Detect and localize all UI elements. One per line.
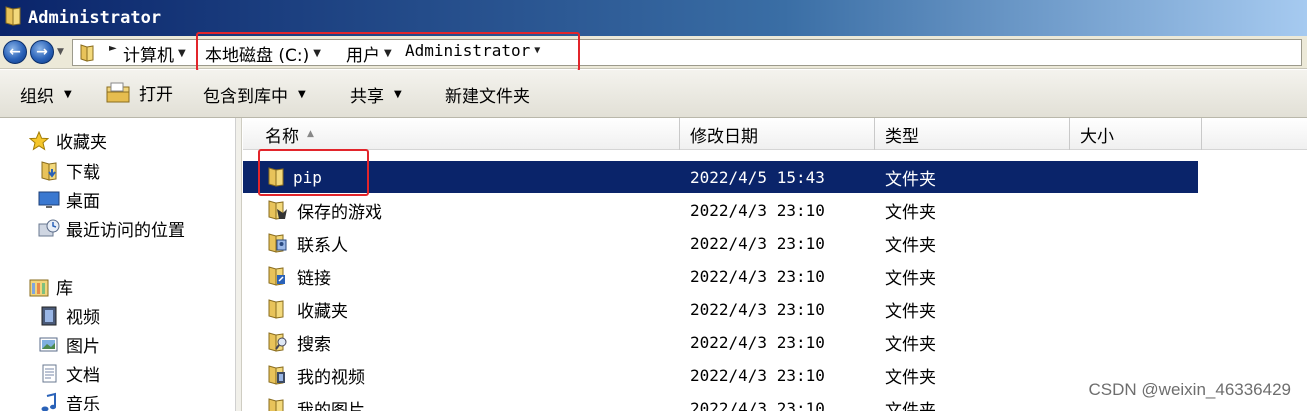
file-modified-cell: 2022/4/3 23:10: [690, 332, 825, 352]
nav-libraries[interactable]: 库: [28, 274, 73, 299]
include-in-library-button[interactable]: 包含到库中 ▼: [203, 82, 306, 107]
library-icon: [28, 276, 50, 298]
favorites-folder-icon: [267, 298, 289, 320]
table-row[interactable]: 收藏夹 2022/4/3 23:10 文件夹: [243, 293, 1198, 325]
file-type-cell: 文件夹: [885, 367, 936, 388]
breadcrumb-computer[interactable]: 计算机 ▼: [123, 41, 186, 66]
pictures-folder-icon: [267, 397, 289, 411]
file-type-cell: 文件夹: [885, 334, 936, 355]
file-type-cell: 文件夹: [885, 268, 936, 289]
file-name-cell: 搜索: [267, 326, 331, 358]
watermark-text: CSDN @weixin_46336429: [1088, 380, 1291, 399]
arrow-left-icon: ←: [9, 44, 21, 60]
file-name-cell: 链接: [267, 260, 331, 292]
column-header-row: 名称 ▲ 修改日期 类型 大小: [243, 118, 1307, 150]
file-modified-cell: 2022/4/3 23:10: [690, 365, 825, 385]
file-name-cell: pip: [267, 161, 322, 193]
table-row[interactable]: 链接 2022/4/3 23:10 文件夹: [243, 260, 1198, 292]
pictures-icon: [38, 334, 60, 356]
table-row[interactable]: 保存的游戏 2022/4/3 23:10 文件夹: [243, 194, 1198, 226]
share-button[interactable]: 共享 ▼: [350, 82, 402, 107]
chevron-down-icon: ▼: [394, 89, 402, 100]
title-bar: Administrator: [0, 0, 1307, 36]
file-name-cell: 保存的游戏: [267, 194, 382, 226]
nav-pictures[interactable]: 图片: [38, 332, 100, 357]
open-button[interactable]: 打开: [105, 80, 173, 105]
sort-ascending-icon: ▲: [307, 129, 314, 139]
nav-desktop[interactable]: 桌面: [38, 187, 100, 212]
back-button[interactable]: ←: [3, 40, 27, 64]
file-modified-cell: 2022/4/3 23:10: [690, 398, 825, 411]
nav-videos[interactable]: 视频: [38, 303, 100, 328]
saved-games-folder-icon: [267, 199, 289, 221]
nav-music[interactable]: 音乐: [38, 390, 100, 411]
file-modified-cell: 2022/4/3 23:10: [690, 233, 825, 253]
file-type-cell: 文件夹: [885, 235, 936, 256]
file-name-cell: 联系人: [267, 227, 348, 259]
links-folder-icon: [267, 265, 289, 287]
navigation-pane: 收藏夹 下载 桌面 最近访问的位置 库 视频 图片 文档 音乐: [0, 118, 236, 411]
recent-places-icon: [38, 218, 60, 240]
new-folder-button[interactable]: 新建文件夹: [445, 82, 530, 107]
table-row[interactable]: 搜索 2022/4/3 23:10 文件夹: [243, 326, 1198, 358]
nav-recent-places[interactable]: 最近访问的位置: [38, 216, 185, 241]
videos-folder-icon: [267, 364, 289, 386]
column-header-name[interactable]: 名称 ▲: [243, 118, 680, 150]
folder-icon: [267, 166, 285, 188]
file-type-cell: 文件夹: [885, 202, 936, 223]
video-icon: [38, 305, 60, 327]
open-icon: [105, 81, 131, 105]
folder-icon: [79, 43, 95, 68]
file-name-cell: 我的视频: [267, 359, 365, 391]
star-icon: [28, 130, 50, 152]
table-row[interactable]: pip 2022/4/5 15:43 文件夹: [243, 161, 1198, 193]
nav-favorites[interactable]: 收藏夹: [28, 128, 107, 153]
table-row[interactable]: 联系人 2022/4/3 23:10 文件夹: [243, 227, 1198, 259]
chevron-down-icon: ▼: [64, 89, 72, 100]
column-header-type[interactable]: 类型: [875, 118, 1070, 150]
window-title: Administrator: [28, 8, 162, 28]
recent-pages-dropdown[interactable]: ▼: [57, 47, 64, 57]
downloads-folder-icon: [38, 160, 60, 182]
column-header-modified[interactable]: 修改日期: [680, 118, 875, 150]
searches-folder-icon: [267, 331, 289, 353]
file-modified-cell: 2022/4/5 15:43: [690, 167, 825, 187]
file-type-cell: 文件夹: [885, 169, 936, 190]
file-type-cell: 文件夹: [885, 400, 936, 411]
chevron-down-icon: ▼: [298, 89, 306, 100]
breadcrumb-administrator[interactable]: Administrator ▼: [405, 41, 540, 60]
command-bar: 组织 ▼ 打开 包含到库中 ▼ 共享 ▼ 新建文件夹: [0, 70, 1307, 118]
documents-icon: [38, 363, 60, 385]
address-bar: ← → ▼ ► 计算机 ▼ 本地磁盘 (C:) ▼ 用户 ▼ Administrato…: [0, 36, 1307, 69]
table-row[interactable]: 我的图片 2022/4/3 23:10 文件夹: [243, 392, 1198, 411]
contacts-folder-icon: [267, 232, 289, 254]
file-type-cell: 文件夹: [885, 301, 936, 322]
arrow-right-icon: →: [36, 44, 48, 60]
file-modified-cell: 2022/4/3 23:10: [690, 266, 825, 286]
file-name-cell: 收藏夹: [267, 293, 348, 325]
breadcrumb-local-disk[interactable]: 本地磁盘 (C:) ▼: [205, 41, 321, 66]
desktop-icon: [38, 189, 60, 211]
pane-splitter[interactable]: [236, 118, 242, 411]
nav-downloads[interactable]: 下载: [38, 158, 100, 183]
table-row[interactable]: 我的视频 2022/4/3 23:10 文件夹: [243, 359, 1198, 391]
folder-icon: [4, 5, 22, 32]
nav-documents[interactable]: 文档: [38, 361, 100, 386]
file-modified-cell: 2022/4/3 23:10: [690, 200, 825, 220]
column-header-size[interactable]: 大小: [1070, 118, 1202, 150]
file-name-cell: 我的图片: [267, 392, 365, 411]
organize-button[interactable]: 组织 ▼: [20, 82, 72, 107]
breadcrumb-users[interactable]: 用户 ▼: [346, 41, 392, 66]
file-modified-cell: 2022/4/3 23:10: [690, 299, 825, 319]
breadcrumb-root-chevron[interactable]: ►: [105, 43, 117, 54]
music-icon: [38, 392, 60, 411]
forward-button[interactable]: →: [30, 40, 54, 64]
